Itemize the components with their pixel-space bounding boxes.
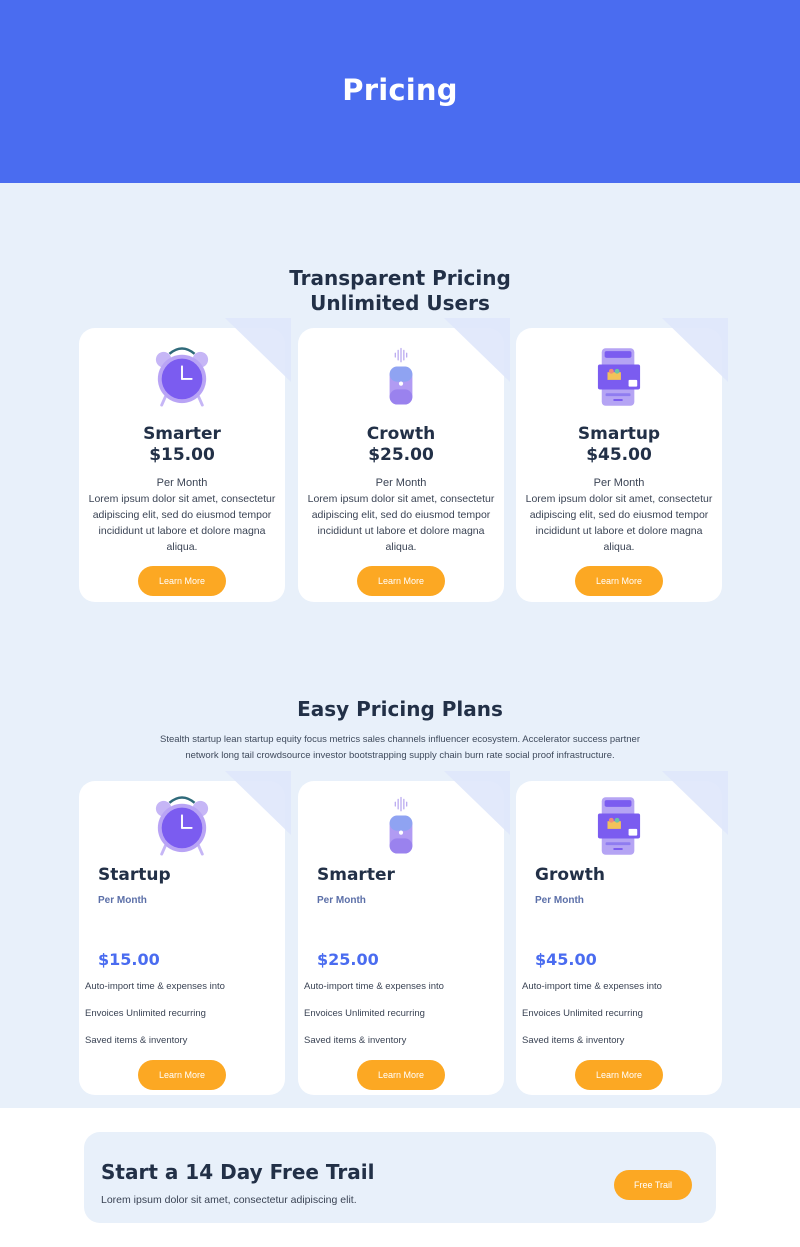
page-title: Pricing bbox=[342, 72, 458, 107]
alarm-clock-icon bbox=[153, 347, 211, 407]
card-corner-decoration bbox=[444, 318, 510, 382]
section-title-transparent-pricing: Transparent Pricing Unlimited Users bbox=[0, 266, 800, 316]
plan-feature: Saved items & inventory bbox=[522, 1035, 625, 1046]
plan-name: Startup bbox=[98, 865, 171, 885]
learn-more-button[interactable]: Learn More bbox=[357, 566, 445, 596]
plan-period: Per Month bbox=[156, 477, 208, 489]
learn-more-button[interactable]: Learn More bbox=[138, 1060, 226, 1090]
plan-price: $45.00 bbox=[535, 950, 597, 969]
card-corner-decoration bbox=[225, 318, 291, 382]
free-trial-title: Start a 14 Day Free Trail bbox=[101, 1160, 375, 1184]
plan-description: Lorem ipsum dolor sit amet, consectetur … bbox=[88, 493, 276, 553]
card-corner-decoration bbox=[444, 771, 510, 835]
free-trial-button[interactable]: Free Trail bbox=[614, 1170, 692, 1200]
section-description: Stealth startup lean startup equity focu… bbox=[160, 734, 640, 761]
section-title-line2: Unlimited Users bbox=[310, 291, 490, 315]
plan-name: Smartup bbox=[577, 424, 661, 444]
tablet-device-icon bbox=[596, 796, 642, 856]
plan-feature: Saved items & inventory bbox=[85, 1035, 188, 1046]
plan-card-growth: Growth Per Month $45.00 Auto-import time… bbox=[516, 771, 728, 1095]
plan-feature: Auto-import time & expenses into bbox=[522, 981, 662, 992]
plan-price: $15.00 bbox=[98, 950, 160, 969]
smart-speaker-icon bbox=[382, 796, 420, 856]
alarm-clock-icon bbox=[153, 796, 211, 856]
plan-period: Per Month bbox=[98, 895, 147, 906]
plan-name: Smarter bbox=[143, 424, 221, 444]
card-corner-decoration bbox=[225, 771, 291, 835]
pricing-card-smartup: Smartup $45.00 Per Month Lorem ipsum dol… bbox=[516, 318, 728, 602]
pricing-card-crowth: Crowth $25.00 Per Month Lorem ipsum dolo… bbox=[298, 318, 510, 602]
plan-price: $15.00 bbox=[149, 445, 215, 465]
plan-period: Per Month bbox=[593, 477, 645, 489]
plan-feature: Auto-import time & expenses into bbox=[85, 981, 225, 992]
section-title-easy-pricing: Easy Pricing Plans bbox=[297, 697, 503, 721]
card-corner-decoration bbox=[662, 771, 728, 835]
plan-description: Lorem ipsum dolor sit amet, consectetur … bbox=[307, 493, 495, 553]
hero-banner: Pricing bbox=[0, 0, 800, 183]
smart-speaker-icon bbox=[382, 347, 420, 407]
plan-card-smarter: Smarter Per Month $25.00 Auto-import tim… bbox=[298, 771, 510, 1095]
plan-price: $25.00 bbox=[317, 950, 379, 969]
plan-period: Per Month bbox=[535, 895, 584, 906]
plan-feature: Envoices Unlimited recurring bbox=[522, 1008, 643, 1019]
tablet-device-icon bbox=[596, 347, 642, 407]
card-corner-decoration bbox=[662, 318, 728, 382]
pricing-card-smarter: Smarter $15.00 Per Month Lorem ipsum dol… bbox=[79, 318, 291, 602]
plan-name: Crowth bbox=[366, 424, 436, 444]
learn-more-button[interactable]: Learn More bbox=[575, 1060, 663, 1090]
plan-period: Per Month bbox=[317, 895, 366, 906]
plan-price: $45.00 bbox=[586, 445, 652, 465]
plan-price: $25.00 bbox=[368, 445, 434, 465]
section-title-line1: Transparent Pricing bbox=[289, 266, 511, 290]
plan-name: Smarter bbox=[317, 865, 395, 885]
plan-period: Per Month bbox=[375, 477, 427, 489]
free-trial-banner: Start a 14 Day Free Trail Lorem ipsum do… bbox=[84, 1132, 716, 1223]
plan-description: Lorem ipsum dolor sit amet, consectetur … bbox=[525, 493, 713, 553]
plan-feature: Auto-import time & expenses into bbox=[304, 981, 444, 992]
learn-more-button[interactable]: Learn More bbox=[138, 566, 226, 596]
plan-card-startup: Startup Per Month $15.00 Auto-import tim… bbox=[79, 771, 291, 1095]
free-trial-description: Lorem ipsum dolor sit amet, consectetur … bbox=[101, 1194, 357, 1206]
learn-more-button[interactable]: Learn More bbox=[357, 1060, 445, 1090]
plan-name: Growth bbox=[535, 865, 605, 885]
plan-feature: Saved items & inventory bbox=[304, 1035, 407, 1046]
plan-feature: Envoices Unlimited recurring bbox=[304, 1008, 425, 1019]
learn-more-button[interactable]: Learn More bbox=[575, 566, 663, 596]
plan-feature: Envoices Unlimited recurring bbox=[85, 1008, 206, 1019]
